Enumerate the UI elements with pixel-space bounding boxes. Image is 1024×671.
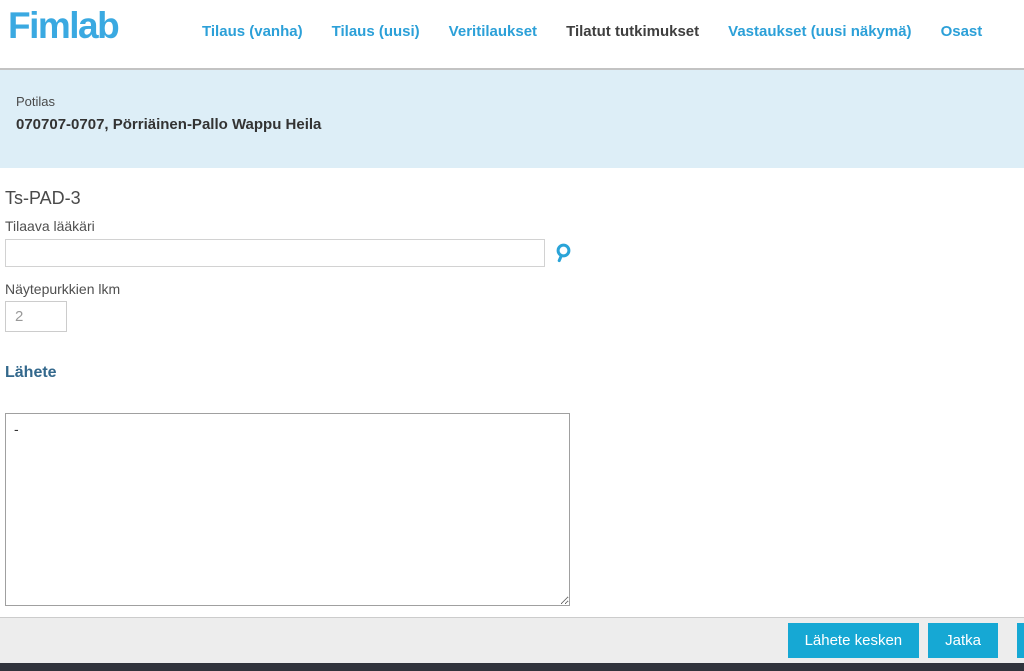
containers-count-input[interactable] (5, 301, 67, 332)
continue-button[interactable]: Jatka (928, 623, 998, 658)
patient-label: Potilas (16, 94, 56, 109)
clipped-edge-button[interactable] (1017, 623, 1024, 658)
referral-pending-button[interactable]: Lähete kesken (787, 623, 920, 658)
section-title: Ts-PAD-3 (5, 188, 81, 208)
nav-vastaukset[interactable]: Vastaukset (uusi näkymä) (728, 23, 911, 40)
nav-tilatut-tutkimukset[interactable]: Tilatut tutkimukset (566, 23, 699, 40)
bottom-dark-strip (0, 663, 1024, 671)
footer-action-bar: Lähete kesken Jatka (0, 617, 1024, 663)
search-icon (553, 242, 575, 264)
referral-heading: Lähete (5, 364, 57, 381)
containers-field-label: Näytepurkkien lkm (5, 281, 121, 297)
doctor-field-label: Tilaava lääkäri (5, 218, 95, 234)
doctor-field-row (5, 239, 1024, 267)
doctor-input[interactable] (5, 239, 545, 267)
app-header: Fimlab Tilaus (vanha) Tilaus (uusi) Veri… (0, 0, 1024, 70)
referral-textarea[interactable]: - (5, 413, 570, 606)
order-form: Ts-PAD-3 Tilaava lääkäri Näytepurkkien l… (0, 168, 1024, 617)
nav-tilaus-uusi[interactable]: Tilaus (uusi) (332, 23, 420, 40)
patient-identity: 070707-0707, Pörriäinen-Pallo Wappu Heil… (16, 116, 322, 133)
main-nav: Tilaus (vanha) Tilaus (uusi) Veritilauks… (202, 23, 982, 40)
patient-info-bar: Potilas 070707-0707, Pörriäinen-Pallo Wa… (0, 70, 1024, 168)
nav-veritilaukset[interactable]: Veritilaukset (449, 23, 537, 40)
nav-osastot-clipped[interactable]: Osast (941, 23, 983, 40)
doctor-search-button[interactable] (553, 242, 575, 264)
fimlab-logo[interactable]: Fimlab (8, 3, 120, 49)
nav-tilaus-vanha[interactable]: Tilaus (vanha) (202, 23, 303, 40)
